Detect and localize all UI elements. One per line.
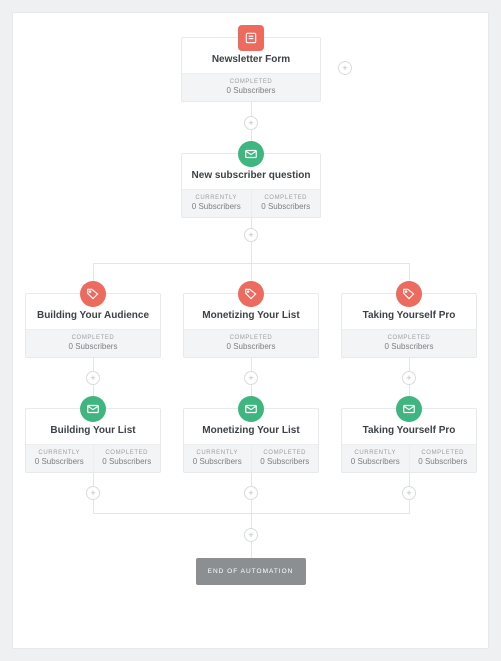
node-taking-yourself-pro[interactable]: Taking Yourself Pro COMPLETED 0 Subscrib…: [341, 293, 477, 358]
stat-bar: CURRENTLY 0 Subscribers COMPLETED 0 Subs…: [26, 444, 160, 472]
stat: COMPLETED 0 Subscribers: [252, 190, 321, 217]
add-step-button[interactable]: +: [244, 116, 258, 130]
add-step-button[interactable]: +: [244, 371, 258, 385]
stat: CURRENTLY 0 Subscribers: [182, 190, 252, 217]
node-monetizing-your-list[interactable]: Monetizing Your List COMPLETED 0 Subscri…: [183, 293, 319, 358]
mail-icon: [396, 396, 422, 422]
stat-bar: CURRENTLY 0 Subscribers COMPLETED 0 Subs…: [342, 444, 476, 472]
tag-icon: [238, 281, 264, 307]
add-step-button[interactable]: +: [86, 486, 100, 500]
end-of-automation: END OF AUTOMATION: [196, 558, 306, 585]
add-step-button[interactable]: +: [402, 486, 416, 500]
stat: COMPLETED 0 Subscribers: [182, 74, 320, 101]
tag-icon: [80, 281, 106, 307]
stat: COMPLETED 0 Subscribers: [184, 330, 318, 357]
mail-icon: [80, 396, 106, 422]
add-step-button[interactable]: +: [402, 371, 416, 385]
stat: COMPLETED 0 Subscribers: [410, 445, 477, 472]
node-building-your-list[interactable]: Building Your List CURRENTLY 0 Subscribe…: [25, 408, 161, 473]
stat: COMPLETED 0 Subscribers: [252, 445, 319, 472]
stat: COMPLETED 0 Subscribers: [94, 445, 161, 472]
stat-bar: COMPLETED 0 Subscribers: [342, 329, 476, 357]
add-step-button[interactable]: +: [244, 228, 258, 242]
node-monetizing-your-list-seq[interactable]: Monetizing Your List CURRENTLY 0 Subscri…: [183, 408, 319, 473]
node-new-subscriber-question[interactable]: New subscriber question CURRENTLY 0 Subs…: [181, 153, 321, 218]
add-step-button[interactable]: +: [244, 486, 258, 500]
form-icon: [238, 25, 264, 51]
node-building-your-audience[interactable]: Building Your Audience COMPLETED 0 Subsc…: [25, 293, 161, 358]
node-taking-yourself-pro-seq[interactable]: Taking Yourself Pro CURRENTLY 0 Subscrib…: [341, 408, 477, 473]
stat-bar: COMPLETED 0 Subscribers: [26, 329, 160, 357]
automation-canvas: Newsletter Form COMPLETED 0 Subscribers …: [12, 12, 489, 649]
stat: COMPLETED 0 Subscribers: [26, 330, 160, 357]
add-step-button[interactable]: +: [244, 528, 258, 542]
mail-icon: [238, 141, 264, 167]
tag-icon: [396, 281, 422, 307]
stat: COMPLETED 0 Subscribers: [342, 330, 476, 357]
add-step-button[interactable]: +: [86, 371, 100, 385]
mail-icon: [238, 396, 264, 422]
stat-bar: CURRENTLY 0 Subscribers COMPLETED 0 Subs…: [182, 189, 320, 217]
stat: CURRENTLY 0 Subscribers: [184, 445, 252, 472]
stat: CURRENTLY 0 Subscribers: [342, 445, 410, 472]
stat-bar: CURRENTLY 0 Subscribers COMPLETED 0 Subs…: [184, 444, 318, 472]
stat-bar: COMPLETED 0 Subscribers: [184, 329, 318, 357]
stat: CURRENTLY 0 Subscribers: [26, 445, 94, 472]
add-step-button[interactable]: +: [338, 61, 352, 75]
node-newsletter-form[interactable]: Newsletter Form COMPLETED 0 Subscribers: [181, 37, 321, 102]
stat-bar: COMPLETED 0 Subscribers: [182, 73, 320, 101]
